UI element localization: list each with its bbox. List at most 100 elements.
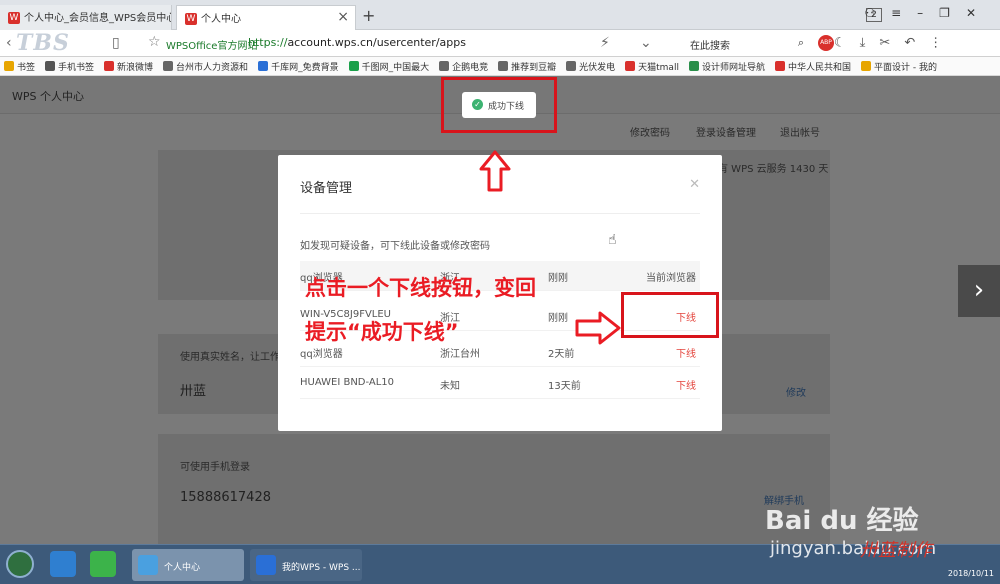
address-bar: ‹ TBS ▯ ☆ WPSOffice官方网站 https://account.… — [0, 30, 1000, 57]
annotation-line-2: 提示“成功下线” — [305, 320, 459, 344]
bookmark-item[interactable]: 平面设计 - 我的 — [857, 57, 943, 73]
tab-user-center[interactable]: W 个人中心 × — [176, 5, 356, 30]
bookmark-item[interactable]: 企鹅电竞 — [435, 57, 494, 73]
modal-title: 设备管理 — [300, 181, 353, 196]
url-field[interactable]: https://account.wps.cn/usercenter/apps — [248, 36, 466, 49]
more-icon[interactable]: ⋮ — [929, 36, 956, 51]
ie-icon[interactable] — [50, 551, 76, 577]
close-tab-icon[interactable]: × — [337, 9, 349, 25]
site-name: WPSOffice官方网站 — [166, 41, 258, 52]
url-path: account.wps.cn/usercenter/apps — [287, 36, 466, 49]
media-player-icon[interactable] — [90, 551, 116, 577]
tab-member-info[interactable]: W 个人中心_会员信息_WPS会员中心,会 — [0, 5, 172, 30]
close-icon[interactable]: ✕ — [689, 177, 700, 192]
cloud-service-info: 有 WPS 云服务 1430 天 — [718, 164, 829, 175]
annotation-box-toast — [441, 77, 557, 133]
device-time: 刚刚 — [548, 273, 568, 284]
url-scheme: https:// — [248, 36, 288, 49]
tab-label: 个人中心 — [201, 14, 241, 25]
device-location: 浙江台州 — [440, 349, 480, 360]
next-slide-button[interactable]: › — [958, 265, 1000, 317]
search-input[interactable]: 在此搜索 ⌕ — [668, 34, 808, 53]
bookmark-item[interactable]: 千库网_免费背景 — [254, 57, 345, 73]
bookmark-icon — [860, 61, 871, 71]
browser-icon — [138, 555, 158, 575]
device-time: 刚刚 — [548, 313, 568, 324]
undo-icon[interactable]: ↶ — [904, 36, 929, 51]
wps-icon: W — [185, 13, 197, 25]
bookmark-item[interactable]: 中华人民共和国 — [771, 57, 857, 73]
bookmark-label: 天猫tmall — [638, 63, 679, 73]
change-password-link[interactable]: 修改密码 — [630, 124, 670, 139]
new-tab-icon[interactable]: + — [362, 6, 375, 25]
user-name: 卅蓝 — [180, 384, 207, 399]
bookmark-icon — [566, 61, 577, 71]
adblock-icon[interactable]: ABP — [818, 35, 834, 51]
device-row: HUAWEI BND-AL10 未知 13天前 下线 — [300, 369, 700, 399]
search-icon[interactable]: ⌕ — [798, 36, 804, 50]
right-arrow-icon — [575, 311, 621, 345]
bookmark-label: 千图网_中国最大 — [361, 63, 430, 73]
bookmark-icon — [625, 61, 636, 71]
device-time: 13天前 — [548, 381, 581, 392]
offline-button[interactable]: 下线 — [676, 345, 696, 360]
signature-watermark: 卅蓝制作 — [860, 540, 932, 561]
star-icon[interactable]: ☆ — [148, 34, 161, 50]
bookmark-icon — [163, 61, 174, 71]
bookmark-item[interactable]: 天猫tmall — [621, 57, 685, 73]
tbs-logo: TBS — [16, 30, 70, 56]
taskbar-item-wps[interactable]: 我的WPS - WPS ... — [250, 549, 362, 581]
bookmark-label: 台州市人力资源和 — [176, 63, 249, 73]
bookmark-label: 光伏发电 — [579, 63, 616, 73]
up-arrow-icon — [479, 150, 511, 192]
search-placeholder: 在此搜索 — [690, 41, 730, 52]
start-button[interactable] — [6, 550, 34, 578]
star-icon — [4, 61, 14, 71]
hand-cursor-icon: ☝ — [608, 232, 617, 248]
close-window-icon: ✕ — [965, 6, 992, 20]
bookmark-icon — [104, 61, 115, 71]
bookmarks-bar: 书签 手机书签 新浪微博 台州市人力资源和 千库网_免费背景 千图网_中国最大 企鹅电竞 推荐… — [0, 57, 1000, 76]
taskbar-item-label: 我的WPS - WPS ... — [282, 563, 361, 573]
device-name: HUAWEI BND-AL10 — [300, 377, 395, 388]
wps-icon — [256, 555, 276, 575]
annotation-box-offline-button — [621, 292, 719, 338]
bookmark-item[interactable]: 台州市人力资源和 — [159, 57, 254, 73]
bookmark-icon — [258, 61, 269, 71]
bookmark-icon — [439, 61, 450, 71]
window-controls[interactable]: ⚇≡–❐✕ — [864, 6, 992, 20]
bookmark-item[interactable]: 书签 — [0, 57, 41, 73]
phone-card: 可使用手机登录 15888617428 解绑手机 — [158, 434, 830, 544]
bookmark-item[interactable]: 推荐到豆瓣 — [494, 57, 562, 73]
minimize-icon: – — [917, 6, 940, 20]
logout-link[interactable]: 退出帐号 — [780, 124, 820, 139]
bookmark-icon — [688, 61, 699, 71]
download-icon[interactable]: ⤓ — [860, 36, 880, 51]
bookmark-label: 推荐到豆瓣 — [511, 63, 557, 73]
scissors-icon[interactable]: ✂ — [879, 36, 904, 51]
phone-number: 15888617428 — [180, 490, 271, 505]
dropdown-icon[interactable]: ⌄ — [640, 35, 652, 51]
bookmark-item[interactable]: 新浪微博 — [100, 57, 159, 73]
login-devices-link[interactable]: 登录设备管理 — [696, 124, 756, 139]
taskbar-item-user-center[interactable]: 个人中心 — [132, 549, 244, 581]
bookmark-label: 设计师网址导航 — [701, 63, 765, 73]
bookmark-icon — [45, 61, 56, 71]
back-icon[interactable]: ‹ — [6, 35, 12, 51]
moon-icon[interactable]: ☾ — [834, 36, 860, 51]
browser-tab-bar: W个人中心_会员信息_WPS会员中心,会 W个人中心 × + 2 ⚇≡–❐✕ — [0, 0, 1000, 30]
offline-button[interactable]: 下线 — [676, 377, 696, 392]
toolbar-icons: ABP ☾⤓✂↶⋮ — [818, 35, 956, 51]
reader-icon[interactable]: ▯ — [112, 35, 120, 51]
bookmark-item[interactable]: 光伏发电 — [562, 57, 621, 73]
lightning-icon[interactable]: ⚡ — [600, 35, 610, 51]
wps-icon: W — [8, 12, 20, 24]
edit-name-link[interactable]: 修改 — [786, 384, 806, 399]
bookmark-label: 平面设计 - 我的 — [873, 63, 937, 73]
modal-divider — [300, 213, 700, 214]
bookmark-item[interactable]: 手机书签 — [41, 57, 100, 73]
current-browser-label: 当前浏览器 — [646, 273, 696, 284]
bookmark-item[interactable]: 千图网_中国最大 — [345, 57, 436, 73]
bookmark-label: 千库网_免费背景 — [271, 63, 339, 73]
bookmark-item[interactable]: 设计师网址导航 — [685, 57, 771, 73]
